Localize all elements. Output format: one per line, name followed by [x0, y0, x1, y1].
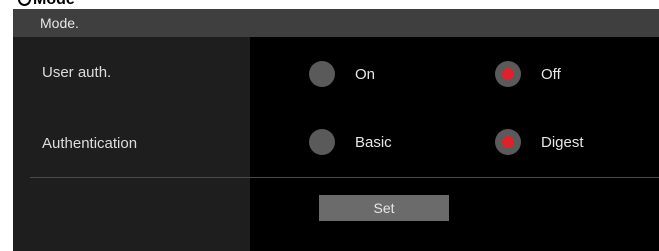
user-auth-on-radio[interactable]: On: [309, 60, 375, 88]
user-auth-on-label: On: [355, 65, 376, 83]
authentication-basic-radio[interactable]: Basic: [309, 128, 392, 156]
user-auth-off-radio[interactable]: Off: [495, 60, 561, 88]
radio-selected-icon: [495, 61, 521, 87]
user-auth-off-label: Off: [541, 65, 561, 83]
authentication-digest-radio[interactable]: Digest: [495, 128, 584, 156]
bullet-circle-icon: [18, 0, 31, 7]
divider: [30, 177, 659, 178]
radio-unselected-icon: [309, 129, 335, 155]
authentication-digest-label: Digest: [541, 133, 584, 151]
radio-selected-icon: [495, 129, 521, 155]
section-heading-text: Mode: [33, 0, 75, 8]
radio-unselected-icon: [309, 61, 335, 87]
panel-header: Mode.: [13, 9, 659, 37]
authentication-label: Authentication: [42, 135, 138, 152]
set-button[interactable]: Set: [319, 195, 449, 221]
mode-panel: Mode. User auth. On Off Authentication B…: [13, 9, 659, 251]
authentication-basic-label: Basic: [355, 133, 392, 151]
section-heading: Mode: [18, 0, 75, 9]
user-auth-label: User auth.: [42, 64, 112, 81]
panel-title: Mode.: [40, 15, 79, 31]
